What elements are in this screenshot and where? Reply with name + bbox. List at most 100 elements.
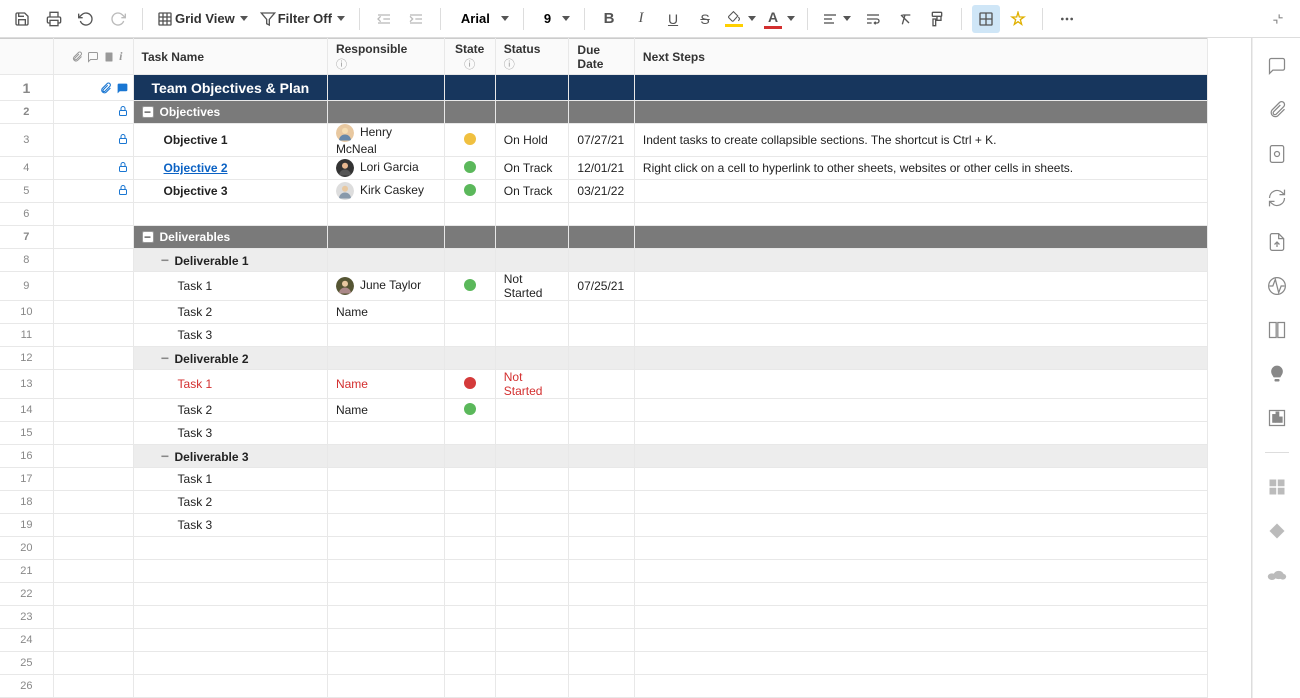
proof-button[interactable] (1267, 144, 1287, 164)
attachment-icon[interactable] (99, 82, 112, 95)
header-task[interactable]: Task Name (133, 39, 327, 75)
avatar (336, 182, 354, 200)
outdent-button[interactable] (370, 5, 398, 33)
collapse-panel-button[interactable] (1264, 5, 1292, 33)
highlight-button[interactable] (1004, 5, 1032, 33)
view-label: Grid View (175, 11, 235, 26)
table-row[interactable]: 4 Objective 2 Lori Garcia On Track 12/01… (0, 157, 1208, 180)
hyperlink[interactable]: Objective 2 (164, 161, 228, 175)
lock-icon[interactable] (117, 133, 129, 145)
header-responsible[interactable]: Responsibleⓘ (327, 39, 444, 75)
toolbar-separator (359, 8, 360, 30)
print-button[interactable] (40, 5, 68, 33)
collapse-toggle[interactable]: − (160, 448, 171, 464)
chevron-down-icon (240, 16, 248, 21)
table-row[interactable]: 5 Objective 3 Kirk Caskey On Track 03/21… (0, 180, 1208, 203)
view-selector[interactable]: Grid View (153, 5, 252, 33)
table-row[interactable]: 18Task 2 (0, 491, 1208, 514)
table-row[interactable]: 11 Task 3 (0, 324, 1208, 347)
integration-button[interactable] (1267, 521, 1287, 541)
text-color-swatch (764, 26, 782, 29)
table-row[interactable]: 13 Task 1 Name Not Started (0, 370, 1208, 399)
table-row[interactable]: 3 Objective 1 Henry McNeal On Hold 07/27… (0, 124, 1208, 157)
table-row[interactable]: 9 Task 1 June Taylor Not Started 07/25/2… (0, 272, 1208, 301)
rail-separator (1265, 452, 1289, 453)
title-row[interactable]: 1 Team Objectives & Plan (0, 75, 1208, 101)
redo-button[interactable] (104, 5, 132, 33)
subsection-row[interactable]: 8 −Deliverable 1 (0, 249, 1208, 272)
align-left-icon (822, 11, 838, 27)
conversations-button[interactable] (1267, 56, 1287, 76)
fill-color-button[interactable] (723, 5, 758, 33)
chevron-down-icon (748, 16, 756, 21)
more-button[interactable] (1053, 5, 1081, 33)
sheet-grid[interactable]: i Task Name Responsibleⓘ Stateⓘ Statusⓘ … (0, 38, 1252, 698)
toolbar: Grid View Filter Off Arial 9 B I U S A (0, 0, 1300, 38)
state-dot (464, 279, 476, 291)
salesforce-button[interactable] (1267, 565, 1287, 585)
resource-button[interactable] (1267, 408, 1287, 428)
font-size-selector[interactable]: 9 (534, 5, 574, 33)
format-painter-button[interactable] (923, 5, 951, 33)
update-requests-button[interactable] (1267, 188, 1287, 208)
connect-button[interactable] (1267, 477, 1287, 497)
font-name: Arial (455, 11, 496, 26)
header-status[interactable]: Statusⓘ (495, 39, 569, 75)
table-row[interactable]: 24 (0, 629, 1208, 652)
collapse-toggle[interactable]: − (160, 350, 171, 366)
filter-selector[interactable]: Filter Off (256, 5, 349, 33)
table-row[interactable]: 15 Task 3 (0, 422, 1208, 445)
state-dot (464, 161, 476, 173)
fill-icon (726, 10, 742, 23)
table-row[interactable]: 10 Task 2 Name (0, 301, 1208, 324)
clear-format-button[interactable] (891, 5, 919, 33)
avatar (336, 159, 354, 177)
table-row[interactable]: 14 Task 2 Name (0, 399, 1208, 422)
toolbar-separator (142, 8, 143, 30)
undo-button[interactable] (72, 5, 100, 33)
table-row[interactable]: 20 (0, 537, 1208, 560)
save-button[interactable] (8, 5, 36, 33)
collapse-toggle[interactable]: − (142, 106, 154, 118)
publish-button[interactable] (1267, 232, 1287, 252)
conditional-format-button[interactable] (972, 5, 1000, 33)
underline-button[interactable]: U (659, 5, 687, 33)
italic-button[interactable]: I (627, 5, 655, 33)
activity-log-button[interactable] (1267, 276, 1287, 296)
state-dot (464, 403, 476, 415)
table-row[interactable]: 21 (0, 560, 1208, 583)
subsection-row[interactable]: 16 −Deliverable 3 (0, 445, 1208, 468)
strikethrough-button[interactable]: S (691, 5, 719, 33)
section-deliverables[interactable]: 7 −Deliverables (0, 226, 1208, 249)
table-row[interactable]: 23 (0, 606, 1208, 629)
table-row[interactable]: 17Task 1 (0, 468, 1208, 491)
collapse-toggle[interactable]: − (160, 252, 171, 268)
header-next[interactable]: Next Steps (634, 39, 1207, 75)
header-state[interactable]: Stateⓘ (444, 39, 495, 75)
table-row[interactable]: 25 (0, 652, 1208, 675)
text-color-button[interactable]: A (762, 5, 797, 33)
lock-icon[interactable] (117, 161, 129, 173)
row-indicator-header: i (53, 39, 133, 75)
header-due[interactable]: Due Date (569, 39, 634, 75)
table-row[interactable]: 22 (0, 583, 1208, 606)
table-row[interactable]: 6 (0, 203, 1208, 226)
lock-icon[interactable] (117, 184, 129, 196)
section-objectives[interactable]: 2 −Objectives (0, 101, 1208, 124)
attachments-button[interactable] (1267, 100, 1287, 120)
collapse-toggle[interactable]: − (142, 231, 154, 243)
comment-icon[interactable] (116, 82, 129, 95)
wrap-button[interactable] (859, 5, 887, 33)
subsection-row[interactable]: 12 −Deliverable 2 (0, 347, 1208, 370)
indent-button[interactable] (402, 5, 430, 33)
font-selector[interactable]: Arial (451, 5, 513, 33)
avatar (336, 277, 354, 295)
summary-button[interactable] (1267, 320, 1287, 340)
align-button[interactable] (818, 5, 855, 33)
lock-icon[interactable] (117, 105, 129, 117)
table-row[interactable]: 19Task 3 (0, 514, 1208, 537)
brandfolder-button[interactable] (1267, 364, 1287, 384)
table-row[interactable]: 26 (0, 675, 1208, 698)
column-header-row: i Task Name Responsibleⓘ Stateⓘ Statusⓘ … (0, 39, 1208, 75)
bold-button[interactable]: B (595, 5, 623, 33)
